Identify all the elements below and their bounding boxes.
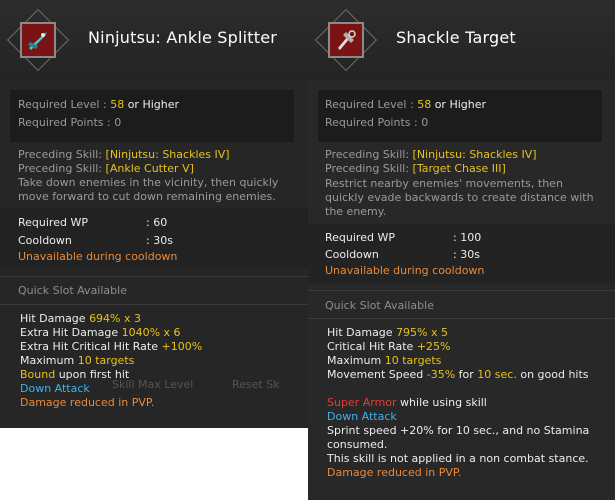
preceding-skill-2: Preceding Skill: [Ankle Cutter V] xyxy=(18,162,194,175)
effect-movement-speed: Movement Speed -35% for 10 sec. on good … xyxy=(327,368,589,381)
skill-title: Ninjutsu: Ankle Splitter xyxy=(88,28,278,47)
effect-pvp-reduced: Damage reduced in PVP. xyxy=(20,396,155,409)
effect-maximum-targets: Maximum 10 targets xyxy=(327,354,442,367)
effect-down-attack: Down Attack xyxy=(327,410,397,423)
description-line-1: Take down enemies in the vicinity, then … xyxy=(18,176,279,189)
divider xyxy=(308,318,615,319)
skill-shackle-target-icon xyxy=(328,22,364,58)
description-line-2: move forward to cut down remaining enemi… xyxy=(18,190,276,203)
effect-extra-crit-rate: Extra Hit Critical Hit Rate +100% xyxy=(20,340,203,353)
tooltip-header: Shackle Target xyxy=(308,0,615,80)
required-wp-value: : 60 xyxy=(146,216,168,229)
divider xyxy=(0,304,308,305)
effect-sprint-speed-1: Sprint speed +20% for 10 sec., and no St… xyxy=(327,424,590,437)
effect-extra-hit-damage: Extra Hit Damage 1040% x 6 xyxy=(20,326,181,339)
effect-pvp-reduced: Damage reduced in PVP. xyxy=(327,466,462,479)
cooldown-label: Cooldown xyxy=(325,248,379,261)
required-level: Required Level : 58 or Higher xyxy=(325,98,487,111)
required-wp-value: : 100 xyxy=(453,231,482,244)
cooldown-value: : 30s xyxy=(453,248,480,261)
effect-hit-damage: Hit Damage 795% x 5 xyxy=(327,326,449,339)
effect-maximum-targets: Maximum 10 targets xyxy=(20,354,135,367)
effect-down-attack: Down Attack xyxy=(20,382,90,395)
skill-icon-frame xyxy=(314,8,378,72)
skill-title: Shackle Target xyxy=(396,28,516,47)
unavailable-cooldown: Unavailable during cooldown xyxy=(325,264,485,277)
background-reset-skill: Reset Sk xyxy=(232,378,280,391)
effect-non-combat: This skill is not applied in a non comba… xyxy=(327,452,589,465)
required-points: Required Points : 0 xyxy=(325,116,429,129)
tooltip-header: Ninjutsu: Ankle Splitter xyxy=(0,0,308,80)
effect-hit-damage: Hit Damage 694% x 3 xyxy=(20,312,142,325)
effect-super-armor: Super Armor while using skill xyxy=(327,396,487,409)
background-skill-max-level: Skill Max Level xyxy=(112,378,194,391)
effect-sprint-speed-2: consumed. xyxy=(327,438,388,451)
skill-tooltip-ankle-splitter: Ninjutsu: Ankle Splitter Required Level … xyxy=(0,0,308,428)
cooldown-value: : 30s xyxy=(146,234,173,247)
description-line-1: Restrict nearby enemies' movements, then xyxy=(325,177,563,190)
divider xyxy=(308,290,615,291)
unavailable-cooldown: Unavailable during cooldown xyxy=(18,250,178,263)
preceding-skill-2: Preceding Skill: [Target Chase III] xyxy=(325,162,506,175)
skill-ankle-splitter-icon xyxy=(20,22,56,58)
effect-critical-hit-rate: Critical Hit Rate +25% xyxy=(327,340,451,353)
quick-slot-available: Quick Slot Available xyxy=(18,284,127,297)
preceding-skill-1: Preceding Skill: [Ninjutsu: Shackles IV] xyxy=(325,148,537,161)
required-level: Required Level : 58 or Higher xyxy=(18,98,180,111)
description-line-2: quickly evade backwards to create distan… xyxy=(325,191,594,204)
preceding-skill-1: Preceding Skill: [Ninjutsu: Shackles IV] xyxy=(18,148,230,161)
required-points: Required Points : 0 xyxy=(18,116,122,129)
cooldown-label: Cooldown xyxy=(18,234,72,247)
description-line-3: the enemy. xyxy=(325,205,387,218)
required-wp-label: Required WP xyxy=(325,231,395,244)
required-wp-label: Required WP xyxy=(18,216,88,229)
divider xyxy=(0,276,308,277)
skill-tooltip-shackle-target: Shackle Target Required Level : 58 or Hi… xyxy=(308,0,615,500)
quick-slot-available: Quick Slot Available xyxy=(325,299,434,312)
skill-icon-frame xyxy=(6,8,70,72)
